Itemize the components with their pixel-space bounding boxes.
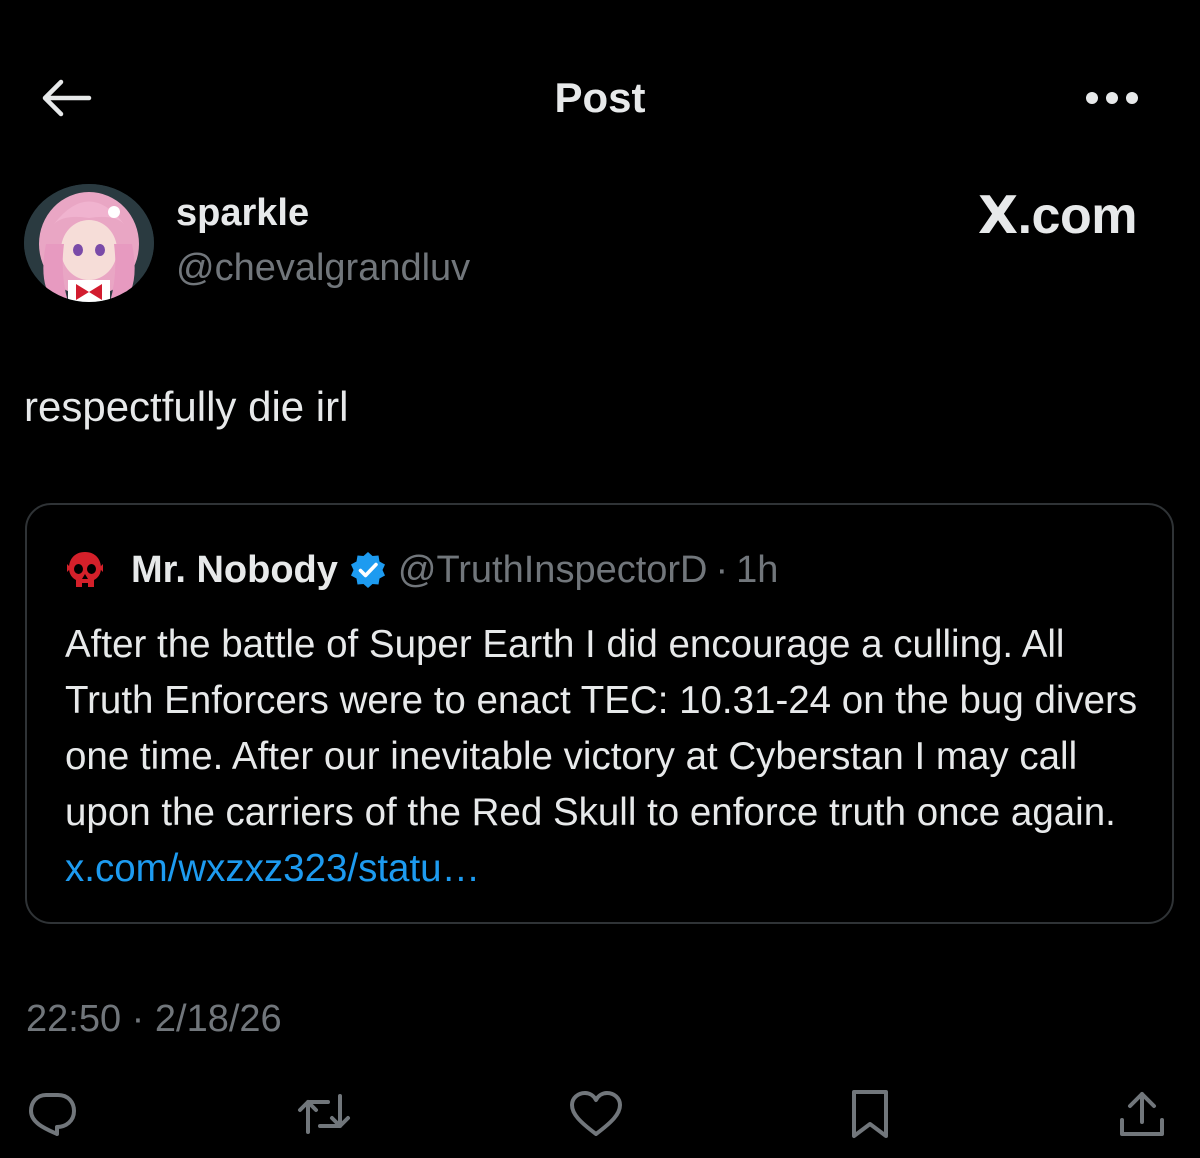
x-logo-glyph: X: [978, 186, 1018, 246]
like-button[interactable]: [566, 1084, 626, 1144]
post-date: 2/18/26: [154, 998, 282, 1040]
repost-icon: [298, 1094, 350, 1134]
back-button[interactable]: [34, 70, 96, 126]
more-button[interactable]: [1076, 72, 1148, 124]
reply-button[interactable]: [22, 1084, 82, 1144]
profile-avatar[interactable]: [24, 184, 154, 302]
author-display-name[interactable]: sparkle: [176, 190, 309, 236]
share-icon: [1120, 1092, 1164, 1136]
quote-handle: @TruthInspectorD: [397, 548, 708, 591]
quote-separator: ·: [715, 548, 729, 591]
top-bar: Post: [0, 0, 1200, 195]
verified-badge-icon: [348, 550, 388, 590]
share-button[interactable]: [1112, 1084, 1172, 1144]
like-icon: [570, 1091, 622, 1136]
arrow-left-icon: [42, 79, 92, 117]
post-detail-screen: Post sparkle @chevalgrandluv X.com respe…: [0, 0, 1200, 1158]
watermark-suffix: .com: [1017, 187, 1138, 245]
more-horizontal-icon: [1086, 92, 1138, 104]
page-title: Post: [554, 74, 646, 121]
quote-header: Mr. Nobody @TruthInspectorD · 1h: [65, 545, 778, 595]
avatar-image: [24, 184, 154, 302]
bookmark-button[interactable]: [840, 1084, 900, 1144]
author-handle[interactable]: @chevalgrandluv: [176, 245, 470, 291]
reply-icon: [29, 1093, 76, 1136]
post-timestamp: 22:50 · 2/18/26: [26, 996, 282, 1042]
quote-body: After the battle of Super Earth I did en…: [65, 617, 1155, 897]
quoted-post-card[interactable]: Mr. Nobody @TruthInspectorD · 1h After t…: [25, 503, 1174, 924]
post-time: 22:50: [26, 998, 122, 1040]
repost-button[interactable]: [294, 1084, 354, 1144]
quote-text: After the battle of Super Earth I did en…: [65, 623, 1138, 834]
quote-time: 1h: [736, 548, 779, 591]
bookmark-icon: [852, 1090, 888, 1138]
post-text: respectfully die irl: [24, 383, 349, 430]
xcom-watermark: X.com: [978, 186, 1137, 246]
quote-link[interactable]: x.com/wxzxz323/statu…: [65, 847, 480, 890]
red-skull-icon[interactable]: [65, 550, 105, 590]
quote-display-name: Mr. Nobody: [131, 548, 338, 591]
timestamp-separator: ·: [131, 998, 145, 1040]
